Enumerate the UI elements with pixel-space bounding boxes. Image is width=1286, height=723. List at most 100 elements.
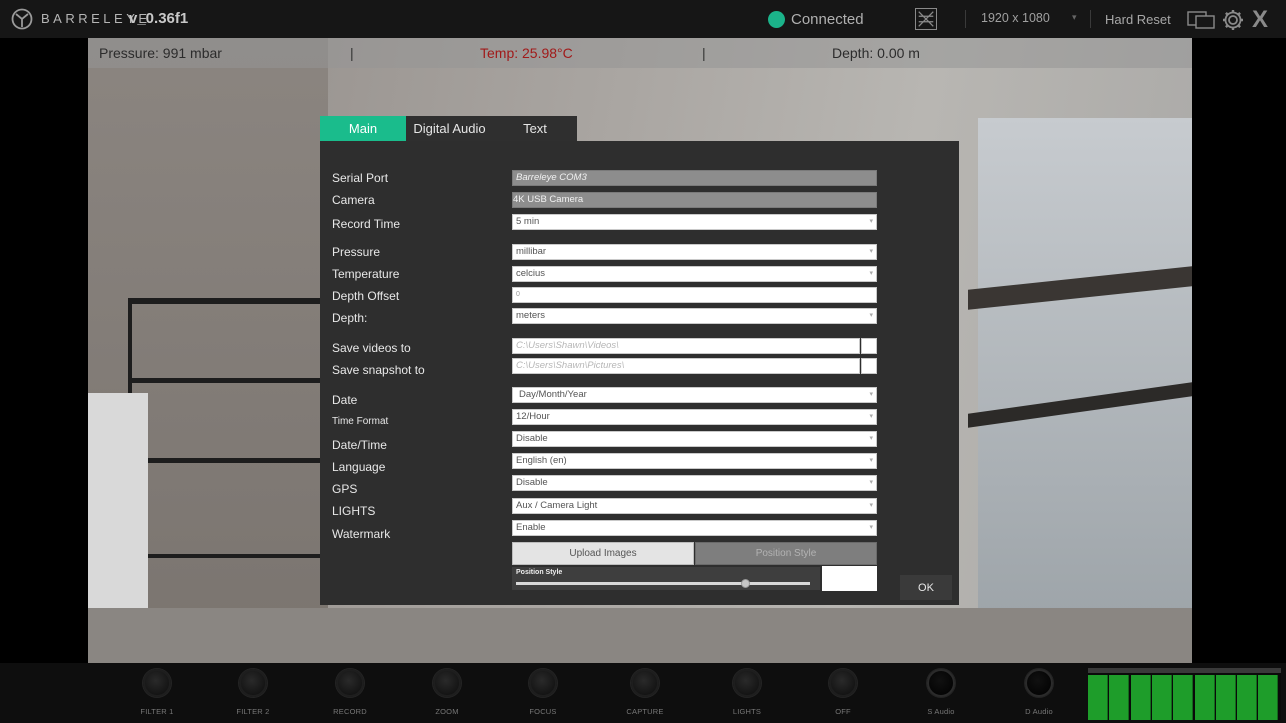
watermark-value: Enable <box>516 522 546 533</box>
gps-value: Disable <box>516 477 548 488</box>
date-format-select[interactable]: Day/Month/Year ▾ <box>512 387 877 403</box>
pressure-unit-select[interactable]: millibar ▾ <box>512 244 877 260</box>
knob-icon <box>733 669 761 697</box>
zoom-control[interactable]: ZOOM <box>407 669 487 716</box>
divider <box>1090 10 1091 28</box>
meter-cell <box>1088 675 1108 720</box>
position-slider-track[interactable] <box>516 579 810 588</box>
chevron-down-icon: ▾ <box>869 435 873 442</box>
chevron-down-icon: ▾ <box>869 413 873 420</box>
knob-icon <box>1025 669 1053 697</box>
chevron-down-icon: ▾ <box>869 391 873 398</box>
position-slider-thumb[interactable] <box>741 579 751 588</box>
knob-icon <box>143 669 171 697</box>
filter-1-control[interactable]: FILTER 1 <box>117 669 197 716</box>
serial-port-label: Serial Port <box>332 171 389 185</box>
s-audio-control[interactable]: S Audio <box>901 669 981 716</box>
datetime-select[interactable]: Disable ▾ <box>512 431 877 447</box>
readout-separator: | <box>702 45 706 61</box>
record-time-select[interactable]: 5 min ▾ <box>512 214 877 230</box>
knob-icon <box>631 669 659 697</box>
focus-control[interactable]: FOCUS <box>503 669 583 716</box>
temperature-unit-select[interactable]: celcius ▾ <box>512 266 877 282</box>
ok-button[interactable]: OK <box>900 575 952 600</box>
meter-scrollbar[interactable] <box>1088 668 1281 673</box>
lights-label: LIGHTS <box>332 504 376 518</box>
datetime-label: Date/Time <box>332 438 387 452</box>
sensor-readout-bar: Pressure: 991 mbar | Temp: 25.98°C | Dep… <box>88 38 1192 68</box>
lights-select[interactable]: Aux / Camera Light ▾ <box>512 498 877 514</box>
d-audio-control[interactable]: D Audio <box>999 669 1079 716</box>
meter-cell <box>1151 675 1172 720</box>
control-label: D Audio <box>1025 707 1053 716</box>
lights-control[interactable]: LIGHTS <box>707 669 787 716</box>
hard-reset-button[interactable]: Hard Reset <box>1105 12 1171 27</box>
save-snapshot-path[interactable]: C:\Users\Shawn\Pictures\ <box>512 358 860 374</box>
control-label: RECORD <box>333 707 367 716</box>
browse-snapshot-button[interactable] <box>861 358 877 374</box>
save-snapshot-label: Save snapshot to <box>332 363 425 377</box>
depth-unit-select[interactable]: meters ▾ <box>512 308 877 324</box>
control-bar: FILTER 1 FILTER 2 RECORD ZOOM FOCUS CAPT… <box>0 663 1286 723</box>
date-format-label: Date <box>332 393 358 407</box>
temperature-readout: Temp: 25.98°C <box>480 45 573 61</box>
filter-2-control[interactable]: FILTER 2 <box>213 669 293 716</box>
record-time-value: 5 min <box>516 216 540 227</box>
audio-level-meter <box>1088 668 1281 720</box>
close-icon[interactable]: X <box>1252 6 1268 34</box>
chevron-down-icon: ▾ <box>869 502 873 509</box>
meter-cell <box>1109 675 1130 720</box>
control-label: FILTER 2 <box>236 707 270 716</box>
depth-offset-label: Depth Offset <box>332 289 400 303</box>
temperature-unit-value: celcius <box>516 268 546 279</box>
resolution-select[interactable]: 1920 x 1080 <box>981 11 1050 25</box>
overlay-toggle-icon[interactable] <box>915 8 937 30</box>
chevron-down-icon[interactable]: ▾ <box>1072 12 1077 23</box>
browse-videos-button[interactable] <box>861 338 877 354</box>
position-style-label: Position Style <box>516 569 563 576</box>
camera-field: 4K USB Camera <box>512 192 877 208</box>
gear-icon[interactable] <box>1221 8 1245 32</box>
tab-main[interactable]: Main <box>320 116 406 141</box>
control-label: LIGHTS <box>732 707 762 716</box>
pressure-unit-value: millibar <box>516 246 547 257</box>
knob-icon <box>829 669 857 697</box>
capture-control[interactable]: CAPTURE <box>605 669 685 716</box>
depth-readout: Depth: 0.00 m <box>832 45 920 61</box>
control-label: FOCUS <box>529 707 557 716</box>
barreleye-logo-icon <box>11 8 33 30</box>
control-label: S Audio <box>927 707 955 716</box>
save-videos-path[interactable]: C:\Users\Shawn\Videos\ <box>512 338 860 354</box>
chevron-down-icon: ▾ <box>869 218 873 225</box>
record-control[interactable]: RECORD <box>310 669 390 716</box>
upload-images-button[interactable]: Upload Images <box>512 542 694 565</box>
position-style-button[interactable]: Position Style <box>695 542 877 565</box>
chevron-down-icon: ▾ <box>869 479 873 486</box>
knob-icon <box>239 669 267 697</box>
temperature-unit-label: Temperature <box>332 267 400 281</box>
control-label: OFF <box>835 707 851 716</box>
control-label: FILTER 1 <box>140 707 174 716</box>
tab-text[interactable]: Text <box>493 116 577 141</box>
tab-digital-audio[interactable]: Digital Audio <box>406 116 493 141</box>
depth-offset-input[interactable]: 0 <box>512 287 877 303</box>
datetime-value: Disable <box>516 433 548 444</box>
meter-cell <box>1258 675 1279 720</box>
knob-icon <box>529 669 557 697</box>
chevron-down-icon: ▾ <box>869 524 873 531</box>
chevron-down-icon: ▾ <box>869 248 873 255</box>
multi-window-icon[interactable] <box>1187 9 1215 29</box>
watermark-preview <box>822 566 877 591</box>
language-select[interactable]: English (en) ▾ <box>512 453 877 469</box>
app-version: v_0.36f1 <box>129 10 189 27</box>
off-control[interactable]: OFF <box>803 669 883 716</box>
language-label: Language <box>332 460 386 474</box>
time-format-select[interactable]: 12/Hour ▾ <box>512 409 877 425</box>
gps-select[interactable]: Disable ▾ <box>512 475 877 491</box>
depth-unit-label: Depth: <box>332 311 368 325</box>
pressure-unit-label: Pressure <box>332 245 381 259</box>
watermark-select[interactable]: Enable ▾ <box>512 520 877 536</box>
record-time-label: Record Time <box>332 217 401 231</box>
time-format-label: Time Format <box>332 416 389 427</box>
control-label: CAPTURE <box>626 707 664 716</box>
